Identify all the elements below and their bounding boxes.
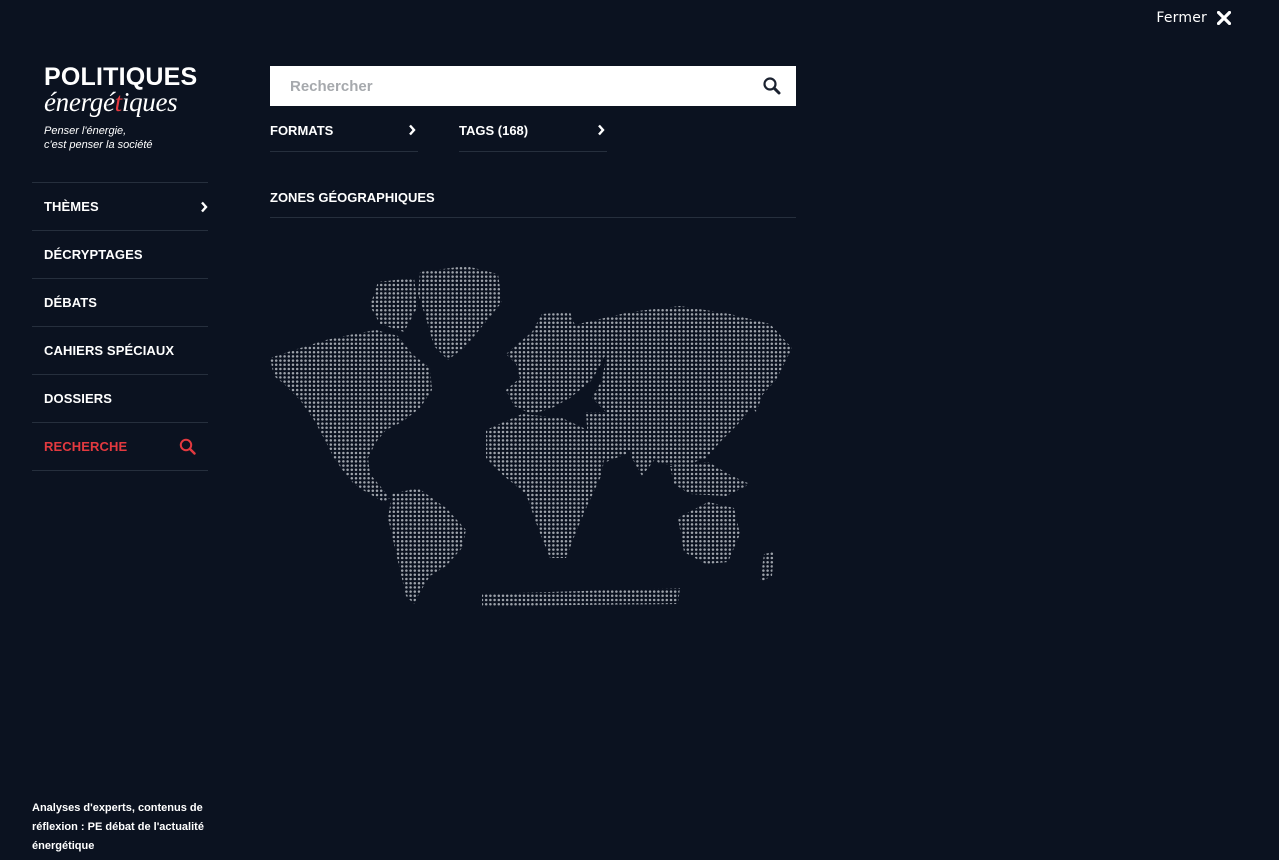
- nav-item-label: DOSSIERS: [44, 391, 112, 406]
- logo-line-2: énergétiques: [44, 87, 178, 117]
- nav-item-label: DÉCRYPTAGES: [44, 247, 143, 262]
- close-button[interactable]: Fermer: [1156, 10, 1231, 26]
- search-panel: FORMATS TAGS (168) ZONES GÉOGRAPHIQUES: [270, 66, 796, 606]
- chevron-right-icon: [200, 201, 208, 213]
- map-dots: [270, 266, 792, 606]
- nav-item-cahiers-speciaux[interactable]: CAHIERS SPÉCIAUX: [32, 327, 208, 375]
- search-submit-button[interactable]: [762, 76, 782, 96]
- nav-item-label: CAHIERS SPÉCIAUX: [44, 343, 175, 358]
- nav-item-label: THÈMES: [44, 199, 99, 214]
- filter-formats[interactable]: FORMATS: [270, 123, 418, 152]
- nav-item-decryptages[interactable]: DÉCRYPTAGES: [32, 231, 208, 279]
- footer-description: Analyses d'experts, contenus de réflexio…: [32, 802, 204, 852]
- close-icon: [1217, 11, 1231, 25]
- site-logo[interactable]: POLITIQUES énergétiques: [44, 64, 214, 117]
- tagline: Penser l'énergie, c'est penser la sociét…: [44, 125, 153, 151]
- filter-row: FORMATS TAGS (168): [270, 123, 607, 152]
- world-map[interactable]: [270, 262, 796, 612]
- chevron-right-icon: [597, 124, 605, 139]
- filter-label: FORMATS: [270, 123, 334, 138]
- nav-item-dossiers[interactable]: DOSSIERS: [32, 375, 208, 423]
- search-overlay: Fermer POLITIQUES énergétiques Penser l'…: [0, 0, 1279, 860]
- chevron-right-icon: [408, 124, 416, 139]
- zones-geographiques-title: ZONES GÉOGRAPHIQUES: [270, 190, 796, 218]
- nav-item-recherche[interactable]: RECHERCHE: [32, 423, 208, 471]
- filter-label: TAGS (168): [459, 123, 529, 138]
- search-icon: [763, 77, 781, 95]
- close-label: Fermer: [1156, 10, 1207, 26]
- nav-item-label: DÉBATS: [44, 295, 98, 310]
- search-icon: [179, 438, 196, 455]
- nav-item-debats[interactable]: DÉBATS: [32, 279, 208, 327]
- nav-item-themes[interactable]: THÈMES: [32, 183, 208, 231]
- main-nav: THÈMES DÉCRYPTAGES DÉBATS CAHIERS SPÉCIA…: [32, 182, 208, 471]
- search-box: [270, 66, 796, 106]
- filter-tags[interactable]: TAGS (168): [459, 123, 607, 152]
- nav-item-label: RECHERCHE: [44, 439, 128, 454]
- search-input[interactable]: [270, 66, 796, 106]
